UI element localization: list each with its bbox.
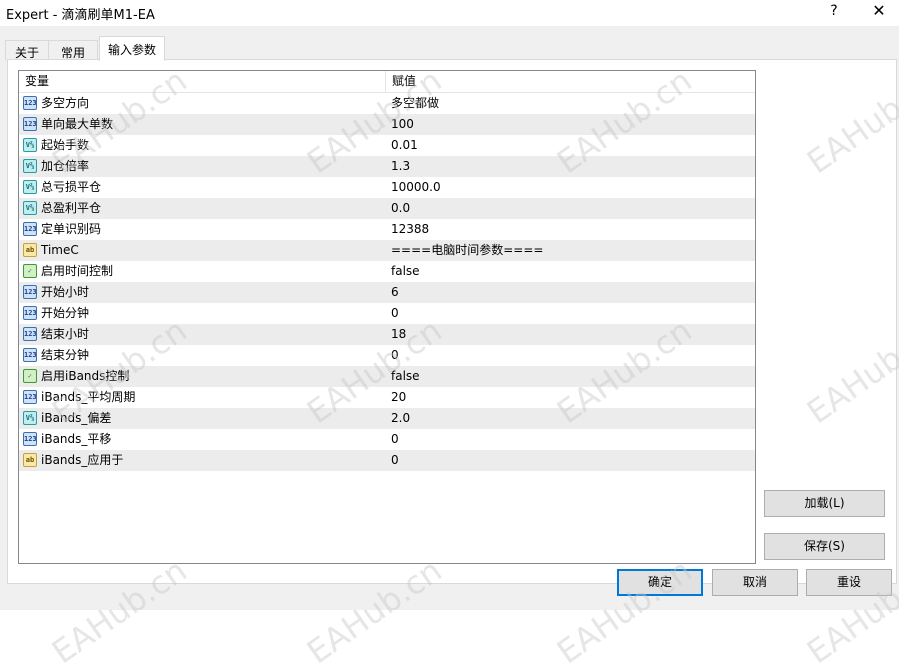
param-type-int-icon: 123 <box>23 390 37 404</box>
param-value[interactable]: 0 <box>391 303 399 324</box>
table-row[interactable]: ✓ 启用时间控制 false <box>19 261 755 282</box>
cancel-button[interactable]: 取消 <box>712 569 798 596</box>
param-type-dbl-icon: V⅔ <box>23 180 37 194</box>
param-value[interactable]: 0.01 <box>391 135 418 156</box>
param-name: iBands_偏差 <box>41 411 112 425</box>
reset-button[interactable]: 重设 <box>806 569 892 596</box>
table-row[interactable]: V⅔ 总亏损平仓 10000.0 <box>19 177 755 198</box>
table-row[interactable]: 123 多空方向 多空都做 <box>19 93 755 114</box>
param-name: TimeC <box>41 243 79 257</box>
help-button[interactable]: ? <box>826 3 842 21</box>
param-name: iBands_平移 <box>41 432 112 446</box>
param-value[interactable]: false <box>391 366 420 387</box>
title-bar: Expert - 滴滴刷单M1-EA ? ✕ <box>0 0 899 26</box>
param-name: 起始手数 <box>41 138 90 152</box>
param-type-dbl-icon: V⅔ <box>23 201 37 215</box>
param-name: iBands_应用于 <box>41 453 124 467</box>
param-value[interactable]: 1.3 <box>391 156 410 177</box>
param-value[interactable]: ====电脑时间参数==== <box>391 240 543 261</box>
param-type-str-icon: ab <box>23 243 37 257</box>
param-value[interactable]: 0.0 <box>391 198 410 219</box>
param-value[interactable]: 100 <box>391 114 414 135</box>
table-row[interactable]: V⅔ 总盈利平仓 0.0 <box>19 198 755 219</box>
save-button[interactable]: 保存(S) <box>764 533 885 560</box>
param-name: 定单识别码 <box>41 222 102 236</box>
column-header-value[interactable]: 赋值 <box>386 71 755 92</box>
tab-about[interactable]: 关于 <box>5 40 49 60</box>
table-row[interactable]: V⅔ iBands_偏差 2.0 <box>19 408 755 429</box>
ok-button[interactable]: 确定 <box>617 569 703 596</box>
param-value[interactable]: 0 <box>391 450 399 471</box>
param-value[interactable]: 10000.0 <box>391 177 441 198</box>
table-row[interactable]: ab iBands_应用于 0 <box>19 450 755 471</box>
table-row[interactable]: 123 结束小时 18 <box>19 324 755 345</box>
param-type-int-icon: 123 <box>23 432 37 446</box>
load-button[interactable]: 加载(L) <box>764 490 885 517</box>
table-row[interactable]: 123 结束分钟 0 <box>19 345 755 366</box>
param-type-int-icon: 123 <box>23 306 37 320</box>
param-type-bool-icon: ✓ <box>23 264 37 278</box>
inputs-panel: 变量 赋值 123 多空方向 多空都做 123 单向最大单数 100 V⅔ 起始手数 0.01 V… <box>7 59 897 584</box>
tab-common[interactable]: 常用 <box>48 40 98 60</box>
param-type-int-icon: 123 <box>23 222 37 236</box>
param-type-dbl-icon: V⅔ <box>23 159 37 173</box>
param-name: 开始分钟 <box>41 306 90 320</box>
param-name: 总盈利平仓 <box>41 201 102 215</box>
param-name: 开始小时 <box>41 285 90 299</box>
param-name: 多空方向 <box>41 96 90 110</box>
window-title: Expert - 滴滴刷单M1-EA <box>6 8 155 23</box>
table-row[interactable]: 123 开始小时 6 <box>19 282 755 303</box>
table-row[interactable]: V⅔ 加仓倍率 1.3 <box>19 156 755 177</box>
grid-header: 变量 赋值 <box>19 71 755 93</box>
table-row[interactable]: 123 定单识别码 12388 <box>19 219 755 240</box>
param-type-bool-icon: ✓ <box>23 369 37 383</box>
param-value[interactable]: 18 <box>391 324 406 345</box>
param-type-int-icon: 123 <box>23 285 37 299</box>
param-type-int-icon: 123 <box>23 327 37 341</box>
table-row[interactable]: ab TimeC ====电脑时间参数==== <box>19 240 755 261</box>
table-row[interactable]: ✓ 启用iBands控制 false <box>19 366 755 387</box>
param-type-dbl-icon: V⅔ <box>23 138 37 152</box>
param-name: 结束分钟 <box>41 348 90 362</box>
table-row[interactable]: 123 开始分钟 0 <box>19 303 755 324</box>
table-row[interactable]: 123 iBands_平均周期 20 <box>19 387 755 408</box>
param-type-dbl-icon: V⅔ <box>23 411 37 425</box>
table-row[interactable]: 123 iBands_平移 0 <box>19 429 755 450</box>
param-name: 总亏损平仓 <box>41 180 102 194</box>
param-type-int-icon: 123 <box>23 117 37 131</box>
parameters-grid[interactable]: 变量 赋值 123 多空方向 多空都做 123 单向最大单数 100 V⅔ 起始手数 0.01 V… <box>18 70 756 564</box>
param-value[interactable]: 2.0 <box>391 408 410 429</box>
table-row[interactable]: 123 单向最大单数 100 <box>19 114 755 135</box>
param-value[interactable]: 6 <box>391 282 399 303</box>
param-value[interactable]: false <box>391 261 420 282</box>
param-name: 启用时间控制 <box>41 264 114 278</box>
param-name: 结束小时 <box>41 327 90 341</box>
param-value[interactable]: 0 <box>391 345 399 366</box>
dialog-body: 关于 常用 输入参数 变量 赋值 123 多空方向 多空都做 123 单向最大单数 100… <box>0 26 899 610</box>
param-name: 启用iBands控制 <box>41 369 130 383</box>
tab-inputs[interactable]: 输入参数 <box>99 36 165 61</box>
param-value[interactable]: 0 <box>391 429 399 450</box>
table-row[interactable]: V⅔ 起始手数 0.01 <box>19 135 755 156</box>
param-type-str-icon: ab <box>23 453 37 467</box>
close-button[interactable]: ✕ <box>870 1 888 21</box>
param-value[interactable]: 多空都做 <box>391 93 439 114</box>
param-name: 加仓倍率 <box>41 159 90 173</box>
param-name: 单向最大单数 <box>41 117 114 131</box>
param-type-int-icon: 123 <box>23 96 37 110</box>
param-name: iBands_平均周期 <box>41 390 136 404</box>
param-value[interactable]: 12388 <box>391 219 429 240</box>
param-value[interactable]: 20 <box>391 387 406 408</box>
column-header-variable[interactable]: 变量 <box>19 71 385 92</box>
param-type-int-icon: 123 <box>23 348 37 362</box>
